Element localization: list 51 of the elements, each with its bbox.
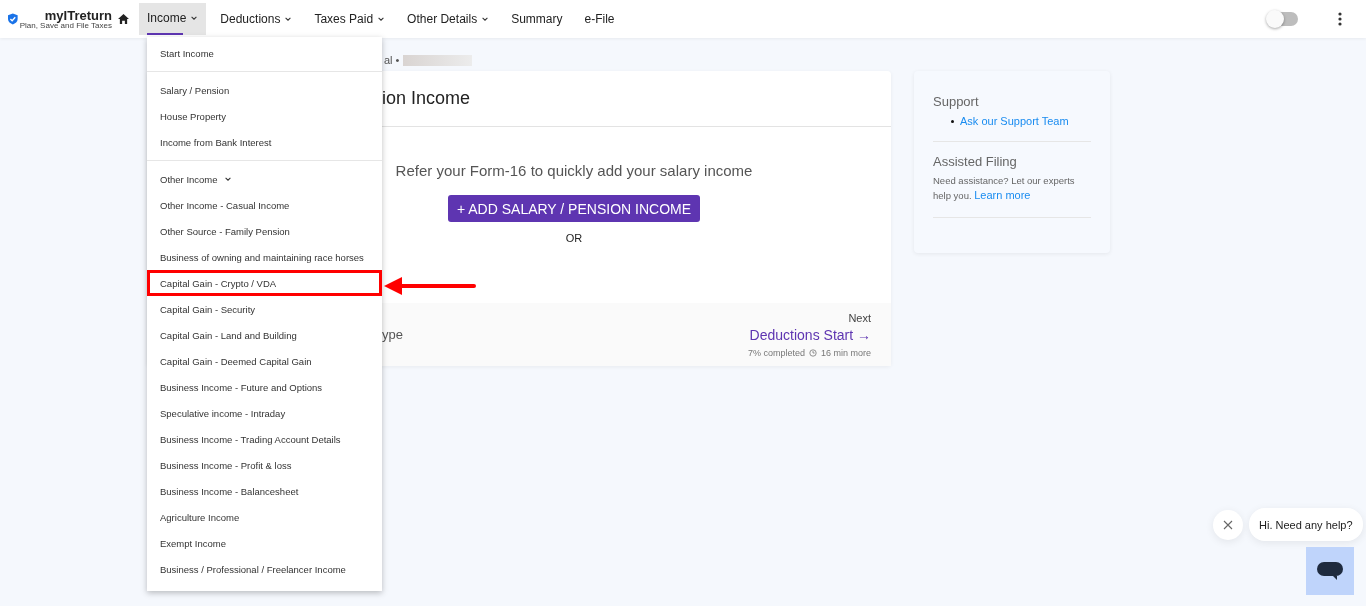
chat-bubble-icon (1317, 560, 1343, 582)
menu-item[interactable]: Business Income - Profit & loss (147, 452, 382, 478)
time-left-text: 16 min more (820, 348, 871, 358)
nav-tab[interactable]: Other Details (399, 3, 498, 35)
logo-text: myITreturn (44, 8, 112, 22)
menu-item[interactable]: Exempt Income (147, 530, 382, 556)
nav-tab[interactable]: Summary (503, 3, 571, 35)
breadcrumb-text: al • (384, 54, 400, 66)
blurred-text (403, 54, 473, 66)
chat-greeting-bubble: Hi. Need any help? (1249, 508, 1363, 541)
menu-item[interactable]: Income from Bank Interest (147, 129, 382, 155)
prompt-text: Refer your Form-16 to quickly add your salary income (395, 162, 753, 179)
menu-item[interactable]: Capital Gain - Security (147, 296, 382, 322)
toggle-switch[interactable] (1268, 12, 1298, 26)
menu-item[interactable]: Start Income (147, 40, 382, 66)
next-label: Next (848, 312, 871, 324)
nav-tab[interactable]: Deductions (212, 3, 301, 35)
menu-item[interactable]: Business Income - Balancesheet (147, 478, 382, 504)
menu-item[interactable]: Other Income - Casual Income (147, 192, 382, 218)
add-salary-button[interactable]: + ADD SALARY / PENSION INCOME (447, 195, 701, 222)
bullet-icon (951, 119, 954, 123)
menu-item[interactable]: Capital Gain - Crypto / VDA (147, 270, 382, 296)
footer-text: ype (382, 327, 403, 342)
chevron-icon (223, 175, 232, 183)
nav-tab[interactable]: Taxes Paid (306, 3, 394, 35)
clock-icon (808, 349, 817, 357)
menu-item[interactable]: Capital Gain - Deemed Capital Gain (147, 348, 382, 374)
menu-group-header[interactable]: Other Income (147, 166, 382, 192)
assisted-filing-title: Assisted Filing (933, 154, 1018, 169)
menu-item[interactable]: House Property (147, 103, 382, 129)
assisted-filing-text: Need assistance? Let our experts help you. Learn more (933, 174, 1076, 203)
menu-item[interactable]: Agriculture Income (147, 504, 382, 530)
card-title: ion Income (382, 88, 471, 109)
menu-item[interactable]: Salary / Pension (147, 77, 382, 103)
shield-check-logo-icon (8, 11, 18, 27)
menu-item[interactable]: Business / Professional / Freelancer Income (147, 556, 382, 582)
home-icon[interactable] (118, 14, 129, 24)
menu-item[interactable]: Business Income - Future and Options (147, 374, 382, 400)
progress-text: 7% completed (747, 348, 805, 358)
menu-item[interactable]: Speculative income - Intraday (147, 400, 382, 426)
menu-item[interactable]: Other Source - Family Pension (147, 218, 382, 244)
menu-item[interactable]: Business of owning and maintaining race horses (147, 244, 382, 270)
chat-button[interactable] (1306, 547, 1354, 595)
nav-tab[interactable]: e-File (576, 3, 623, 35)
more-options-icon[interactable] (1338, 12, 1342, 26)
or-text: OR (565, 232, 583, 244)
next-link[interactable]: Deductions Start → (749, 327, 871, 343)
support-title: Support (933, 94, 980, 109)
menu-item[interactable]: Capital Gain - Land and Building (147, 322, 382, 348)
nav-tab[interactable]: Income (139, 3, 207, 35)
menu-item[interactable]: Business Income - Trading Account Details (147, 426, 382, 452)
